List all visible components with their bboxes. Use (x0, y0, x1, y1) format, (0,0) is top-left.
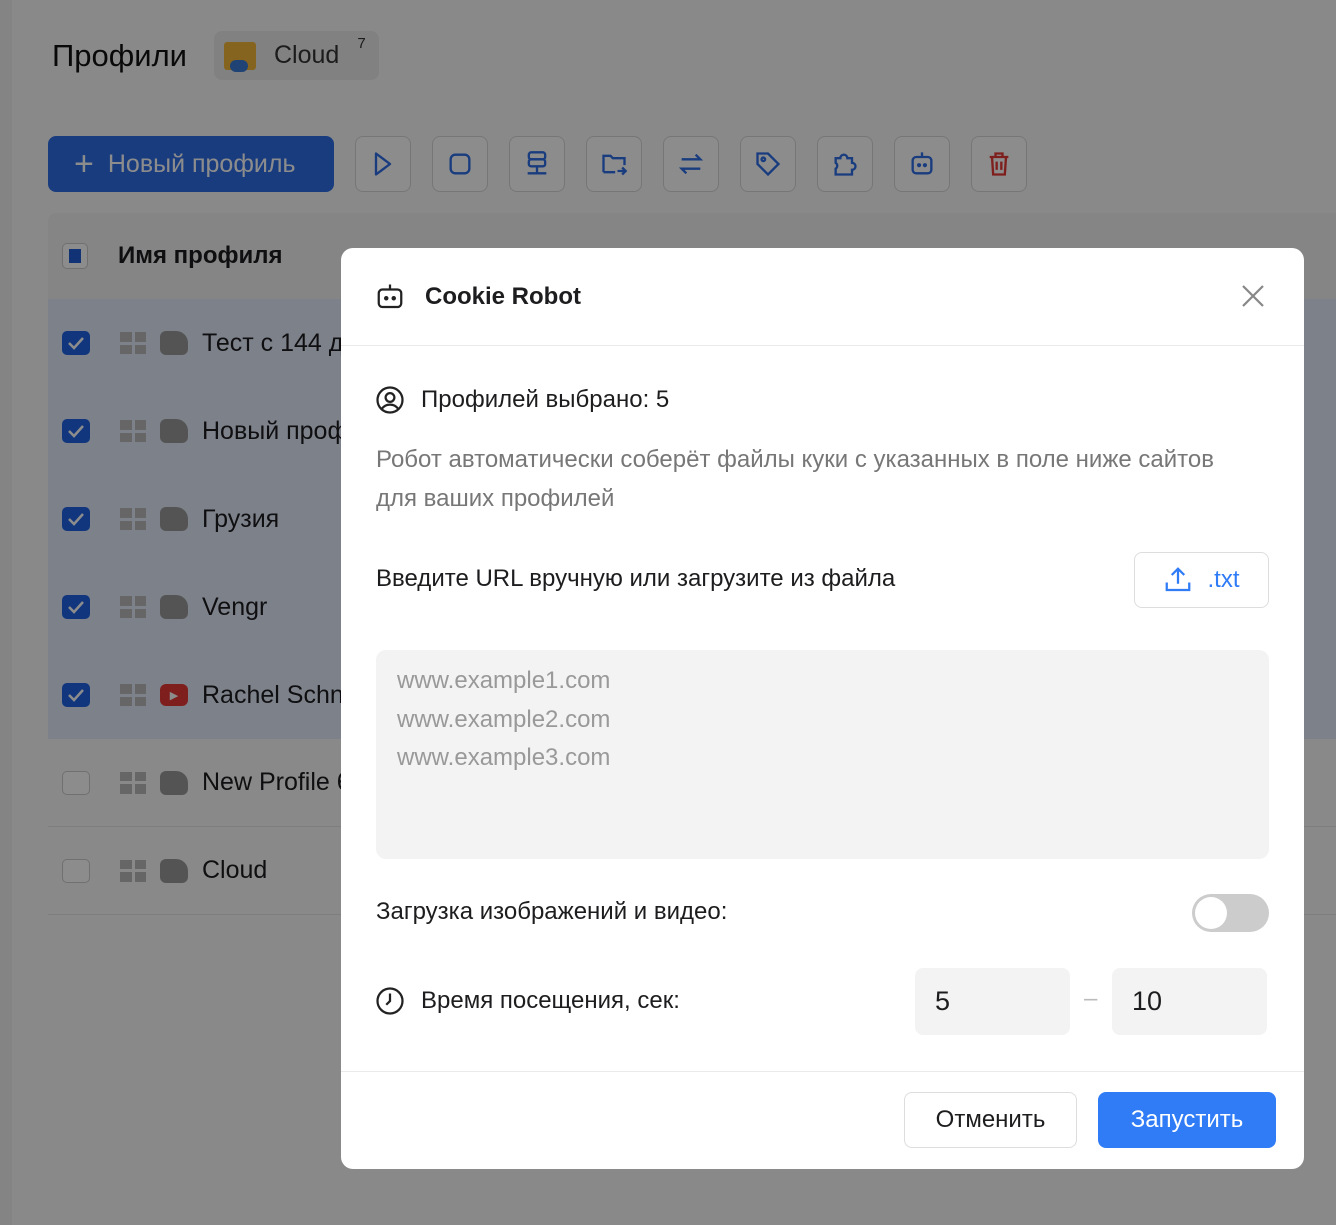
visit-time-text: Время посещения, сек: (421, 987, 680, 1014)
selected-count-text: Профилей выбрано: 5 (421, 386, 670, 413)
visit-time-label: Время посещения, сек: (375, 986, 680, 1016)
images-video-toggle[interactable] (1192, 894, 1269, 932)
range-separator: – (1084, 985, 1098, 1012)
selected-profiles-count: Профилей выбрано: 5 (375, 385, 669, 415)
robot-icon (377, 284, 403, 308)
cookie-robot-dialog: Cookie Robot Профилей выбрано: 5 Робот а… (341, 248, 1304, 1169)
images-video-label: Загрузка изображений и видео: (376, 898, 728, 925)
dialog-title: Cookie Robot (425, 282, 581, 310)
dialog-description: Робот автоматически соберёт файлы куки с… (376, 446, 1214, 512)
upload-txt-button[interactable]: .txt (1134, 552, 1269, 608)
placeholder-line: www.example2.com (397, 705, 611, 733)
placeholder-line: www.example3.com (397, 744, 611, 771)
upload-txt-label: .txt (1207, 566, 1240, 593)
dialog-header: Cookie Robot (341, 248, 1304, 346)
time-max-input[interactable]: 10 (1112, 968, 1267, 1035)
user-circle-icon (376, 386, 404, 414)
url-label: Введите URL вручную или загрузите из фай… (376, 565, 896, 592)
close-icon[interactable] (1238, 281, 1268, 311)
dialog-footer-divider (341, 1071, 1304, 1072)
placeholder-line: www.example1.com (397, 667, 611, 694)
cancel-button[interactable]: Отменить (904, 1092, 1077, 1148)
upload-icon (1166, 567, 1191, 592)
time-min-input[interactable]: 5 (915, 968, 1070, 1035)
run-button[interactable]: Запустить (1098, 1092, 1276, 1148)
clock-icon (376, 987, 404, 1015)
url-textarea[interactable]: www.example1.com www.example2.com www.ex… (376, 650, 1269, 859)
